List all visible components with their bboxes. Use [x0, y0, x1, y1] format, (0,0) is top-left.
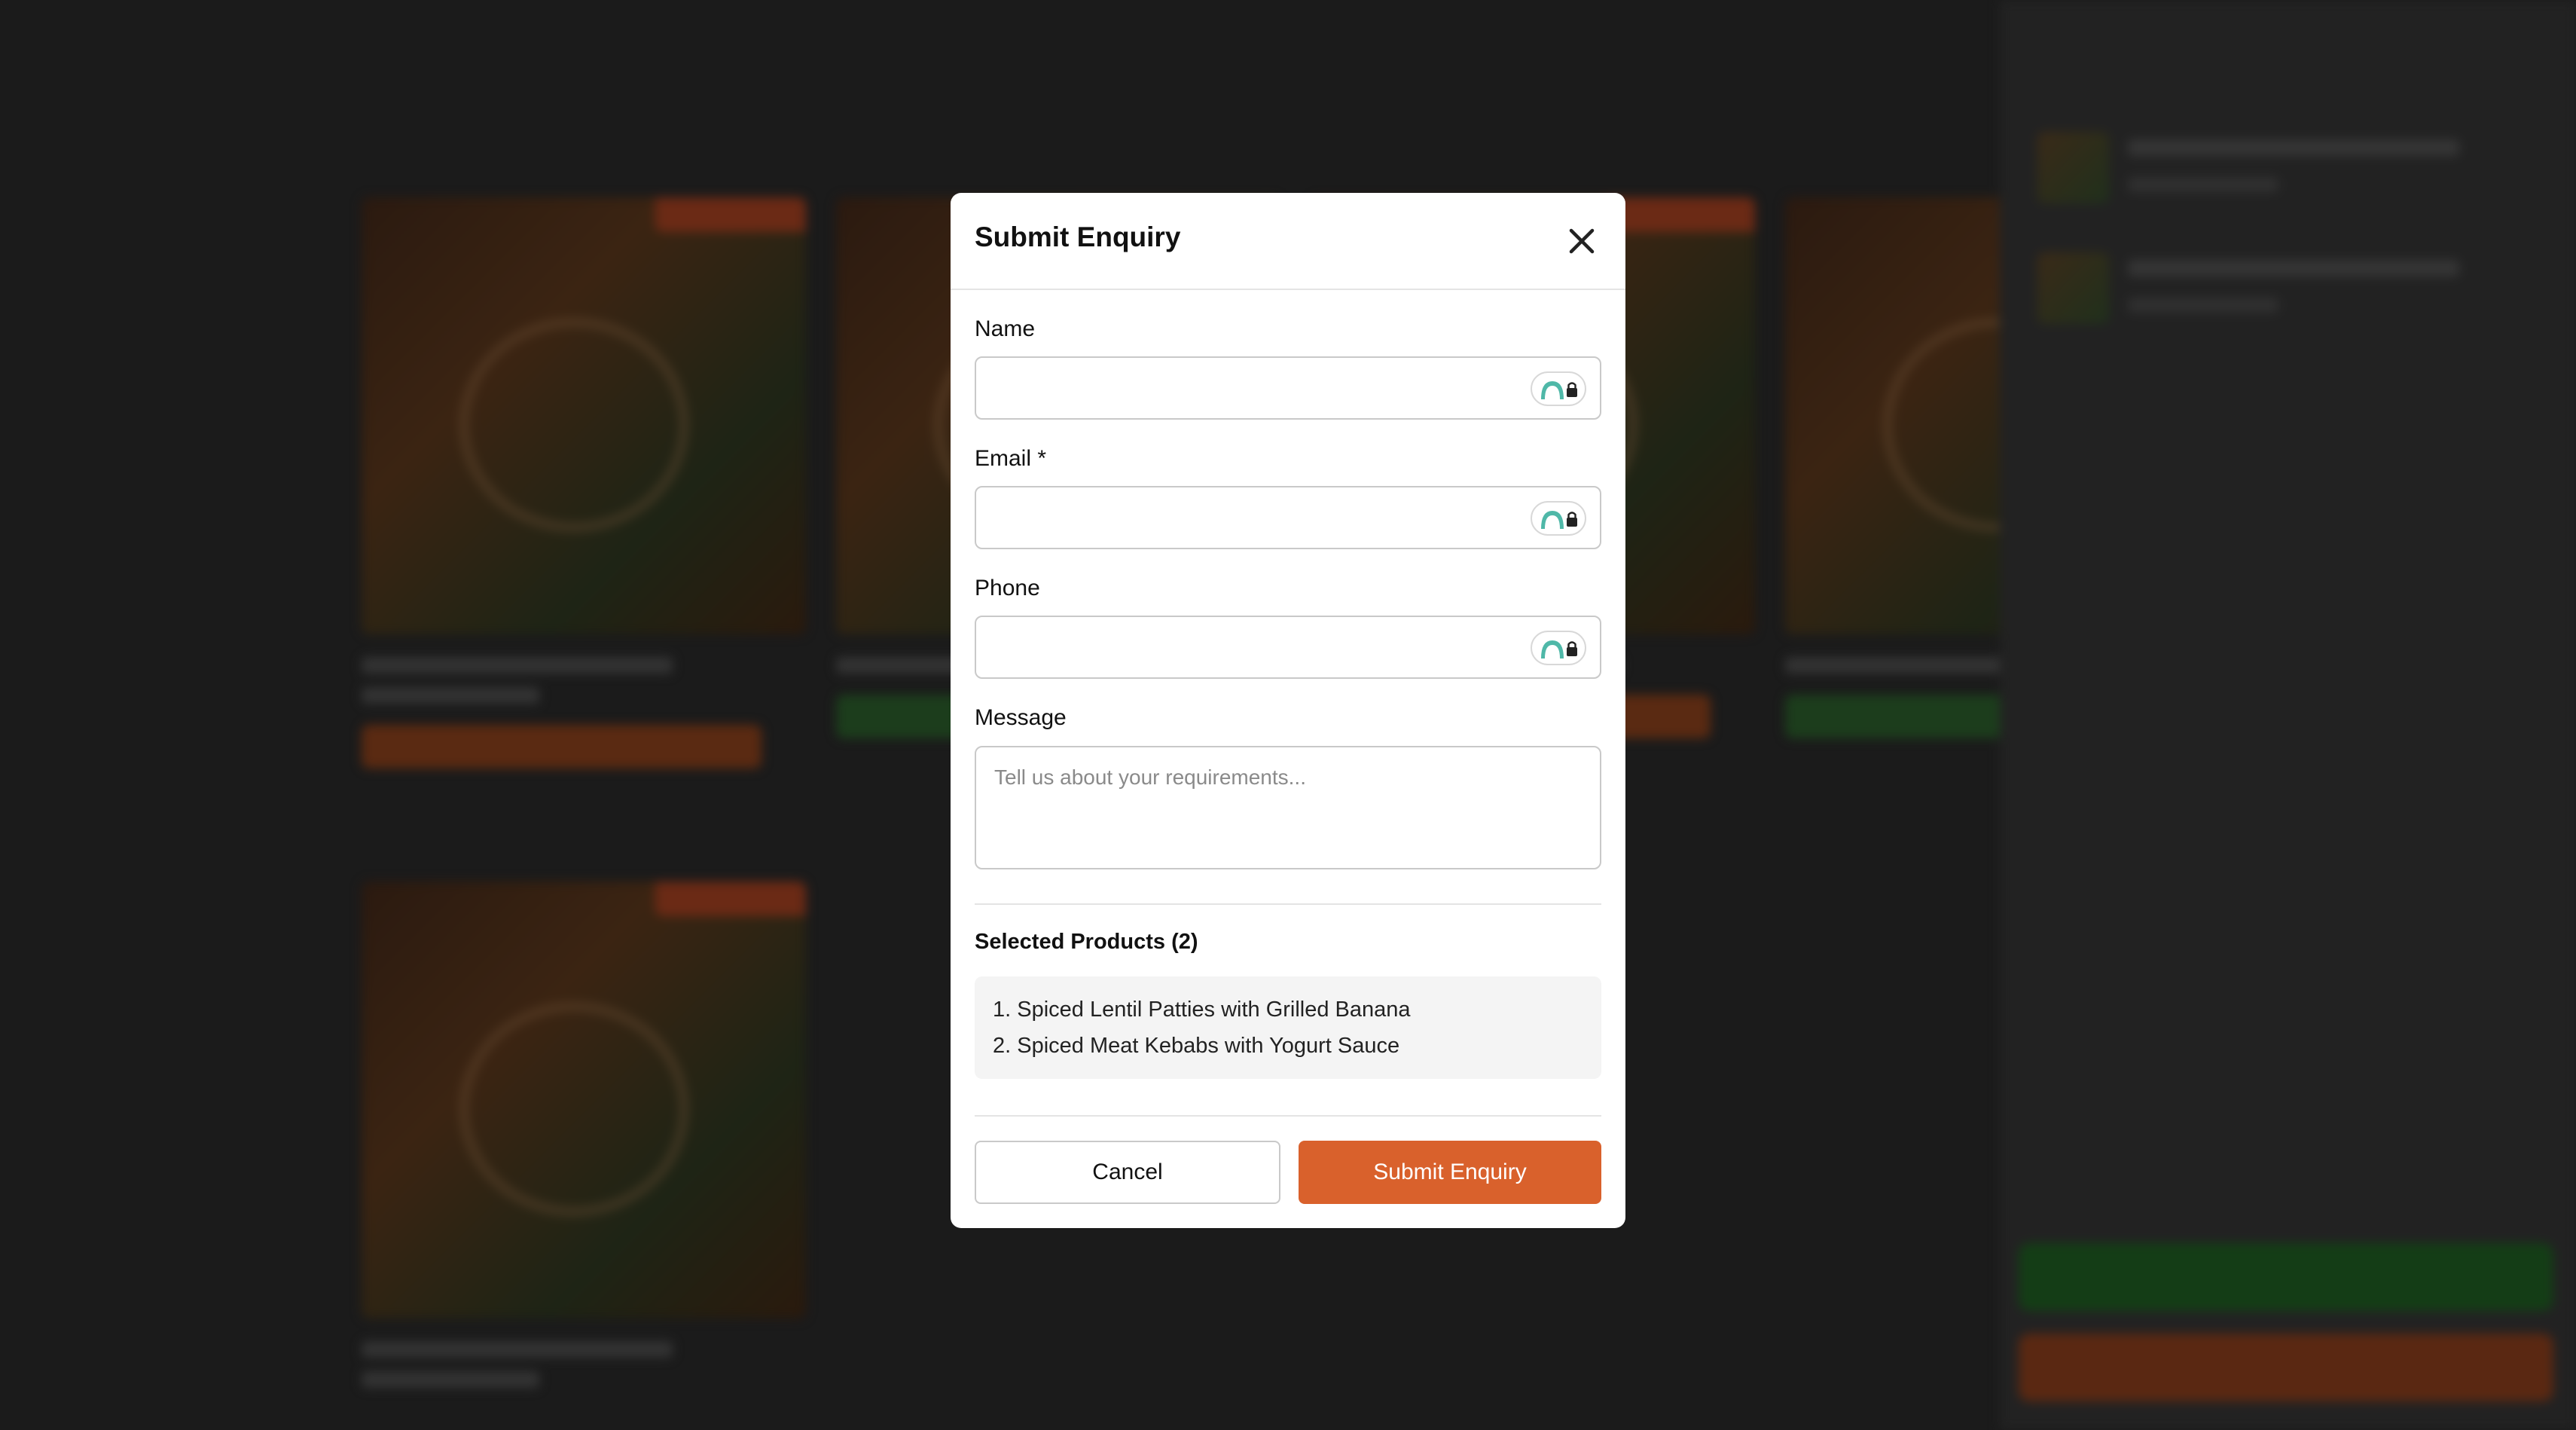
- message-textarea[interactable]: [976, 747, 1600, 868]
- background-enquiry-drawer: [2000, 0, 2576, 1430]
- cancel-button[interactable]: Cancel: [975, 1141, 1280, 1204]
- divider: [975, 903, 1601, 905]
- drawer-text-line: [2128, 177, 2278, 192]
- name-label: Name: [975, 316, 1036, 341]
- drawer-text-line: [2128, 298, 2278, 313]
- drawer-item: [2037, 252, 2527, 343]
- background-badge: [655, 197, 806, 232]
- divider: [975, 1115, 1601, 1117]
- drawer-thumbnail: [2037, 252, 2109, 324]
- background-product-image: [362, 882, 806, 1318]
- background-button: [362, 725, 762, 768]
- email-label: Email *: [975, 446, 1047, 471]
- phone-field-wrapper: [975, 616, 1601, 679]
- background-text-line: [362, 1371, 539, 1388]
- selected-products-heading: Selected Products (2): [975, 930, 1198, 954]
- background-text-line: [362, 1341, 673, 1358]
- phone-label: Phone: [975, 576, 1040, 600]
- password-manager-lock-icon: [1541, 381, 1577, 399]
- email-input[interactable]: [976, 487, 1534, 548]
- modal-header: Submit Enquiry: [951, 193, 1625, 290]
- drawer-orange-button: [2019, 1334, 2553, 1401]
- selected-product-item: 2. Spiced Meat Kebabs with Yogurt Sauce: [993, 1034, 1400, 1058]
- background-text-line: [362, 657, 673, 674]
- drawer-text-line: [2128, 139, 2459, 156]
- background-badge: [655, 882, 806, 916]
- background-product-image: [362, 197, 806, 634]
- password-manager-lock-icon: [1541, 511, 1577, 529]
- phone-input[interactable]: [976, 617, 1534, 677]
- selected-products-list: 1. Spiced Lentil Patties with Grilled Ba…: [975, 976, 1601, 1079]
- password-manager-lock-icon: [1541, 640, 1577, 658]
- submit-enquiry-button[interactable]: Submit Enquiry: [1299, 1141, 1601, 1204]
- background-product-card: [362, 882, 806, 1388]
- background-text-line: [362, 687, 539, 704]
- close-icon: [1569, 228, 1595, 254]
- password-manager-button[interactable]: [1531, 631, 1586, 665]
- submit-enquiry-modal: Submit Enquiry Name Email * Phone Messag…: [951, 193, 1625, 1228]
- modal-title: Submit Enquiry: [975, 222, 1181, 252]
- password-manager-button[interactable]: [1531, 371, 1586, 406]
- name-input[interactable]: [976, 358, 1534, 418]
- drawer-green-button: [2019, 1243, 2553, 1311]
- drawer-thumbnail: [2037, 132, 2109, 203]
- close-button[interactable]: [1562, 222, 1601, 261]
- name-field-wrapper: [975, 356, 1601, 420]
- email-field-wrapper: [975, 486, 1601, 549]
- message-field-wrapper: [975, 746, 1601, 869]
- background-product-card: [362, 197, 806, 768]
- selected-product-item: 1. Spiced Lentil Patties with Grilled Ba…: [993, 998, 1411, 1022]
- drawer-text-line: [2128, 260, 2459, 277]
- password-manager-button[interactable]: [1531, 501, 1586, 536]
- message-label: Message: [975, 705, 1067, 730]
- drawer-item: [2037, 132, 2527, 222]
- background-badge: [1604, 197, 1755, 232]
